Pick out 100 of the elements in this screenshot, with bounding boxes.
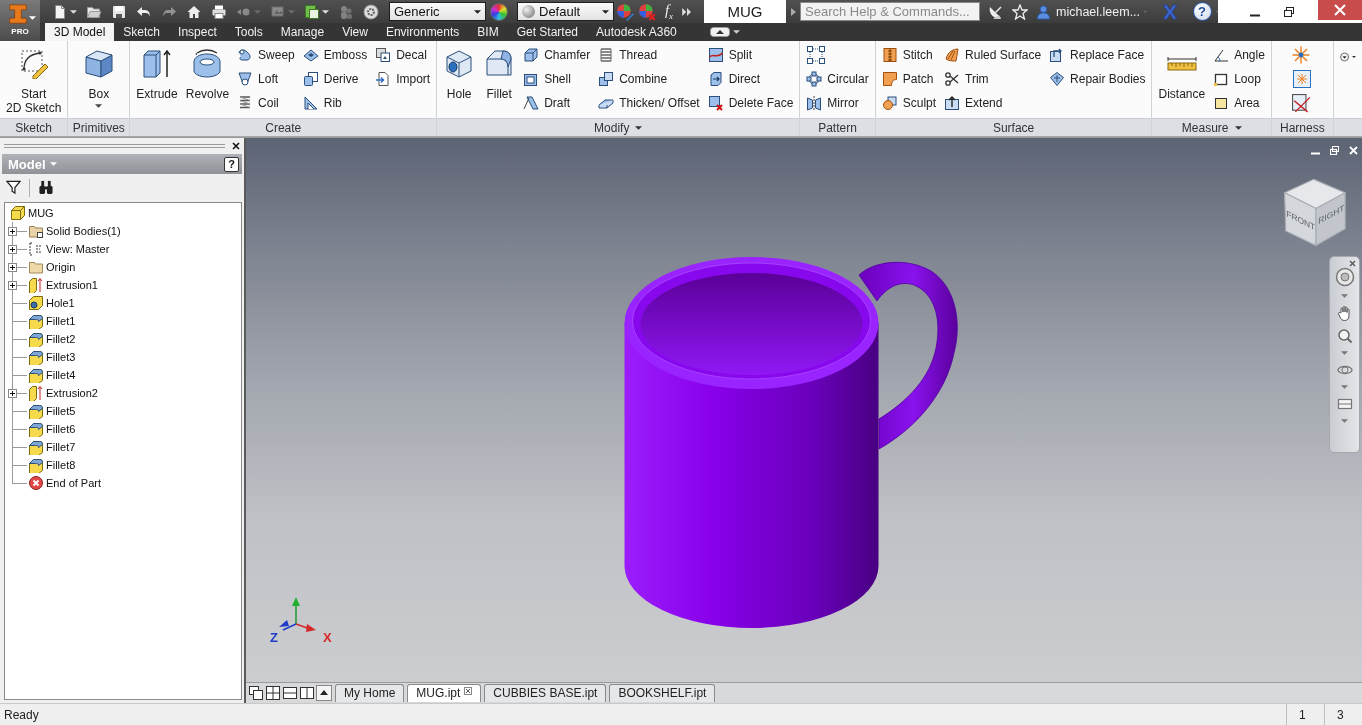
tree-item[interactable]: Fillet7 <box>28 439 76 455</box>
tree-item[interactable]: Fillet8 <box>28 457 76 473</box>
tree-item[interactable]: Extrusion2 <box>28 385 98 401</box>
tree-item[interactable]: Extrusion1 <box>28 277 98 293</box>
panel-title[interactable]: Create <box>265 120 302 135</box>
star-icon[interactable] <box>1012 3 1028 20</box>
double-chevron-icon[interactable] <box>682 7 692 16</box>
tool-button[interactable]: Replace Face <box>1047 43 1148 67</box>
expand-icon[interactable] <box>8 263 17 272</box>
document-tab[interactable]: BOOKSHELF.ipt <box>609 684 716 702</box>
tool-button[interactable]: Extrude <box>134 43 180 101</box>
tool-button[interactable]: Extend <box>942 91 1044 115</box>
tree-item[interactable]: Fillet6 <box>28 421 76 437</box>
tool-button[interactable]: Repair Bodies <box>1047 67 1148 91</box>
tree-item[interactable]: Origin <box>28 259 76 275</box>
tool-button[interactable]: Mirror <box>804 91 871 115</box>
tool-button[interactable]: Split <box>705 43 796 67</box>
tool-button[interactable]: Decal <box>373 43 433 67</box>
cascade-windows-icon[interactable] <box>248 684 264 701</box>
tool-button[interactable]: Revolve <box>183 43 232 101</box>
zoom-icon[interactable] <box>1336 328 1353 344</box>
tree-item[interactable]: Fillet3 <box>28 349 76 365</box>
tool-button[interactable]: Sculpt <box>879 91 939 115</box>
tool-button[interactable]: Ruled Surface <box>942 43 1044 67</box>
tile-windows-icon[interactable] <box>265 684 281 701</box>
caret-icon[interactable] <box>1352 55 1356 59</box>
help-button[interactable]: ? <box>1192 2 1212 21</box>
tool-button[interactable]: Coil <box>235 91 297 115</box>
expand-icon[interactable] <box>8 281 17 290</box>
tool-button[interactable]: Derive <box>300 67 370 91</box>
user-name[interactable]: michael.leem... <box>1056 4 1141 19</box>
ribbon-toggle-icon[interactable] <box>709 27 730 37</box>
steering-wheel-icon[interactable] <box>1334 267 1355 287</box>
expand-icon[interactable] <box>8 389 17 398</box>
tool-button[interactable]: Import <box>373 67 433 91</box>
hand-icon[interactable] <box>1336 305 1353 321</box>
down-arrow-circle-icon[interactable] <box>1339 49 1349 65</box>
tool-button[interactable]: Loft <box>235 67 297 91</box>
tool-button[interactable]: Box <box>80 43 117 108</box>
restore-icon[interactable] <box>1284 6 1294 17</box>
tool-button[interactable]: Circular <box>804 67 871 91</box>
ribbon-tab[interactable]: Get Started <box>507 23 588 41</box>
tool-button[interactable]: Combine <box>596 67 702 91</box>
tool-button[interactable]: Stitch <box>879 43 939 67</box>
expand-icon[interactable] <box>8 245 17 254</box>
expand-icon[interactable] <box>8 227 17 236</box>
close-icon[interactable] <box>232 141 240 150</box>
tree-item[interactable]: Fillet4 <box>28 367 76 383</box>
tool-button[interactable]: Emboss <box>300 43 370 67</box>
document-tab[interactable]: CUBBIES BASE.ipt <box>484 684 607 702</box>
tool-button[interactable]: Rib <box>300 91 370 115</box>
tool-button[interactable]: Start 2D Sketch <box>4 43 64 122</box>
help-button[interactable]: ? <box>224 156 239 172</box>
dropdown-field[interactable]: Generic <box>389 2 486 21</box>
tool-button[interactable]: Chamfer <box>521 43 593 67</box>
tree-item[interactable]: View: Master <box>28 241 110 257</box>
tool-button[interactable]: Angle <box>1211 43 1267 67</box>
ribbon-tab[interactable]: Inspect <box>169 23 226 41</box>
tree-item[interactable]: Fillet1 <box>28 313 76 329</box>
ribbon-tab[interactable]: 3D Model <box>45 23 115 41</box>
rectangle-view-icon[interactable] <box>1336 396 1353 412</box>
wheel-cross-icon[interactable] <box>638 2 656 21</box>
ribbon-tab[interactable]: Manage <box>271 23 334 41</box>
tree-item[interactable]: Hole1 <box>28 295 75 311</box>
wheel-brush-icon[interactable] <box>616 2 634 21</box>
ribbon-tab[interactable]: Tools <box>225 23 272 41</box>
tool-button[interactable]: Fillet <box>481 43 518 101</box>
tree-item[interactable]: MUG <box>10 205 54 221</box>
ribbon-tab[interactable]: Sketch <box>114 23 170 41</box>
tool-button[interactable]: Trim <box>942 67 1044 91</box>
tree-item[interactable]: End of Part <box>28 475 102 491</box>
document-tab[interactable]: My Home <box>335 684 405 702</box>
tree-item[interactable]: Fillet2 <box>28 331 76 347</box>
tool-button[interactable]: Hole <box>441 43 478 101</box>
dropdown-field[interactable]: Default <box>517 2 614 21</box>
expand-arrow-icon[interactable] <box>791 7 796 16</box>
ribbon-tab[interactable]: View <box>333 23 377 41</box>
document-tab[interactable]: MUG.ipt <box>407 684 482 702</box>
tool-button[interactable]: Area <box>1211 91 1267 115</box>
tree-item[interactable]: Fillet5 <box>28 403 76 419</box>
tool-button[interactable]: Patch <box>879 67 939 91</box>
grip-handle[interactable] <box>4 143 225 148</box>
tool-button[interactable]: Thicken/ Offset <box>596 91 702 115</box>
panel-title[interactable]: Modify <box>594 120 643 135</box>
tool-button[interactable]: Distance <box>1156 43 1208 101</box>
tree-item[interactable]: Solid Bodies(1) <box>28 223 121 239</box>
tool-button[interactable]: Direct <box>705 67 796 91</box>
function-button[interactable]: f$_{x}$ <box>658 1 680 22</box>
ribbon-tab[interactable]: Environments <box>376 23 469 41</box>
ribbon-tab[interactable]: Autodesk A360 <box>587 23 686 41</box>
tool-button[interactable]: Thread <box>596 43 702 67</box>
tool-button[interactable]: Draft <box>521 91 593 115</box>
application-menu-button[interactable]: PRO <box>0 0 40 41</box>
caret-icon[interactable] <box>732 30 740 34</box>
tool-button[interactable]: Sweep <box>235 43 297 67</box>
filter-icon[interactable] <box>6 180 21 195</box>
close-icon[interactable] <box>464 686 473 695</box>
search-field[interactable]: Search Help & Commands... <box>800 2 980 21</box>
panel-title[interactable]: Surface <box>992 120 1035 135</box>
tool-button[interactable]: Delete Face <box>705 91 796 115</box>
